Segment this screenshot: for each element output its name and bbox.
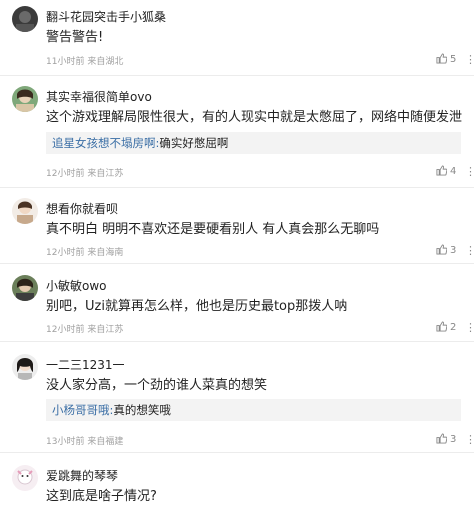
comment-username[interactable]: 翻斗花园突击手小狐桑: [46, 8, 166, 25]
comment-meta: 11小时前 来自湖北: [46, 57, 124, 67]
comment-username[interactable]: 其实幸福很简单ovo: [46, 88, 152, 105]
avatar[interactable]: [12, 275, 38, 301]
avatar-image-icon: [12, 86, 38, 112]
divider: [0, 75, 474, 76]
comment-item: 翻斗花园突击手小狐桑 警告警告! 11小时前 来自湖北 5 ⋮: [0, 2, 474, 67]
avatar[interactable]: [12, 198, 38, 224]
comment-meta: 12小时前 来自江苏: [46, 325, 124, 335]
like-count: 5: [450, 54, 457, 65]
reply-text: 确实好憋屈啊: [159, 136, 229, 150]
comment-content: 警告警告!: [46, 30, 104, 45]
avatar[interactable]: [12, 465, 38, 491]
avatar-image-icon: [12, 465, 38, 491]
avatar[interactable]: [12, 354, 38, 380]
like-button[interactable]: 3: [436, 244, 456, 256]
avatar-image-icon: [12, 275, 38, 301]
comment-content: 这到底是啥子情况?: [46, 489, 157, 504]
comment-meta: 12小时前 来自海南: [46, 248, 124, 258]
like-count: 4: [450, 166, 457, 177]
comment-content: 没人家分高，一个劲的谁人菜真的想笑: [46, 378, 268, 393]
comment-item: 其实幸福很简单ovo 这个游戏理解局限性很大，有的人现实中就是太憋屈了，网络中随…: [0, 82, 474, 182]
reply-username[interactable]: 小杨哥哥哦:: [52, 403, 113, 417]
divider: [0, 341, 474, 342]
thumbs-up-icon: [436, 321, 448, 332]
comment-item: 一二三1231一 没人家分高，一个劲的谁人菜真的想笑 小杨哥哥哦:真的想笑哦 1…: [0, 350, 474, 450]
thumbs-up-icon: [436, 165, 448, 176]
thumbs-up-icon: [436, 433, 448, 444]
comment-content: 别吧，Uzi就算再怎么样，他也是历史最top那拨人呐: [46, 299, 348, 314]
like-button[interactable]: 3: [436, 433, 456, 445]
comment-meta: 13小时前 来自福建: [46, 437, 124, 447]
avatar[interactable]: [12, 6, 38, 32]
comment-meta: 12小时前 来自江苏: [46, 169, 124, 179]
reply-preview[interactable]: 追星女孩想不塌房啊:确实好憋屈啊: [46, 132, 461, 154]
comment-username[interactable]: 爱跳舞的琴琴: [46, 467, 118, 484]
like-count: 2: [450, 322, 457, 333]
comment-content: 这个游戏理解局限性很大，有的人现实中就是太憋屈了，网络中随便发泄: [46, 110, 463, 125]
avatar-image-icon: [12, 6, 38, 32]
like-button[interactable]: 4: [436, 165, 456, 177]
divider: [0, 452, 474, 453]
avatar[interactable]: [12, 86, 38, 112]
comment-username[interactable]: 小敏敏owo: [46, 277, 107, 294]
more-options-icon[interactable]: ⋮: [465, 434, 474, 445]
comment-item: 小敏敏owo 别吧，Uzi就算再怎么样，他也是历史最top那拨人呐 12小时前 …: [0, 271, 474, 341]
reply-text: 真的想笑哦: [113, 403, 171, 417]
comment-item: 想看你就看呗 真不明白 明明不喜欢还是要硬看别人 有人真会那么无聊吗 12小时前…: [0, 194, 474, 264]
comment-username[interactable]: 一二三1231一: [46, 356, 125, 373]
thumbs-up-icon: [436, 244, 448, 255]
avatar-image-icon: [12, 354, 38, 380]
reply-username[interactable]: 追星女孩想不塌房啊:: [52, 136, 159, 150]
divider: [0, 263, 474, 264]
comment-content: 真不明白 明明不喜欢还是要硬看别人 有人真会那么无聊吗: [46, 222, 380, 237]
more-options-icon[interactable]: ⋮: [465, 54, 474, 65]
like-count: 3: [450, 434, 457, 445]
thumbs-up-icon: [436, 53, 448, 64]
divider: [0, 187, 474, 188]
like-button[interactable]: 2: [436, 321, 456, 333]
reply-preview[interactable]: 小杨哥哥哦:真的想笑哦: [46, 399, 461, 421]
avatar-image-icon: [12, 198, 38, 224]
comment-item: 爱跳舞的琴琴 这到底是啥子情况?: [0, 461, 474, 507]
comment-username[interactable]: 想看你就看呗: [46, 200, 118, 217]
like-count: 3: [450, 245, 457, 256]
more-options-icon[interactable]: ⋮: [465, 322, 474, 333]
more-options-icon[interactable]: ⋮: [465, 166, 474, 177]
like-button[interactable]: 5: [436, 53, 456, 65]
more-options-icon[interactable]: ⋮: [465, 245, 474, 256]
